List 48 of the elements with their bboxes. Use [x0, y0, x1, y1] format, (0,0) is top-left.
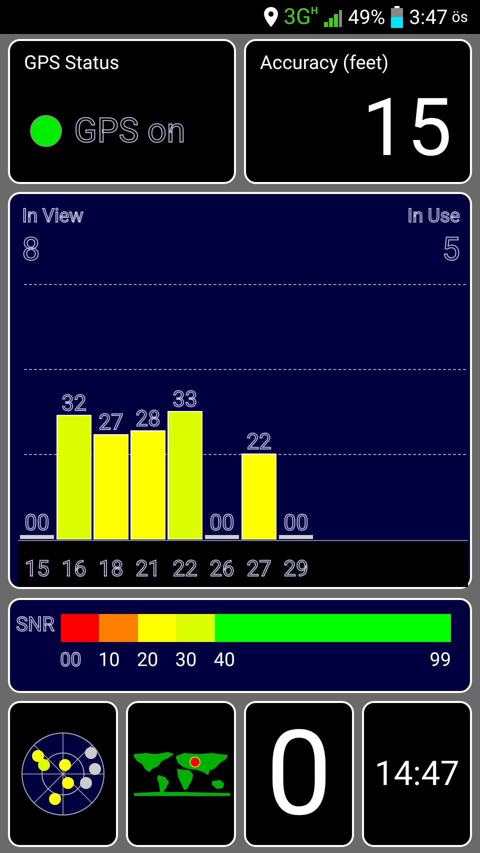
signal-bar: [205, 535, 239, 539]
card-title: Accuracy (feet): [260, 51, 389, 74]
satellite-id: 18: [98, 557, 124, 582]
satellite-id: 15: [24, 557, 50, 582]
clock-time: 3:47: [409, 5, 448, 29]
snr-value: 27: [98, 410, 124, 436]
in-use-count: 5: [442, 230, 460, 268]
world-map-tile[interactable]: [126, 701, 236, 847]
location-pin-icon: [264, 7, 278, 27]
snr-value: 28: [136, 406, 160, 432]
sky-view-tile[interactable]: [8, 701, 118, 847]
card-title: GPS Status: [24, 51, 120, 74]
am-pm-label: ös: [452, 8, 468, 26]
signal-icon: [324, 7, 342, 27]
in-view-label: In View: [22, 204, 84, 227]
gps-status-label: GPS on: [74, 111, 186, 151]
battery-percent: 49%: [348, 5, 386, 29]
satellite-id: 29: [284, 557, 308, 582]
snr-value: 00: [210, 511, 234, 536]
battery-icon: [391, 6, 404, 28]
in-view-count: 8: [22, 230, 40, 268]
network-subtype: H: [310, 6, 318, 17]
satellite-id: 21: [136, 557, 160, 582]
satellite-id: 16: [62, 557, 86, 582]
snr-value: 32: [62, 391, 86, 416]
speed-value: 0: [266, 715, 332, 833]
satellite-id: 22: [172, 557, 198, 582]
signal-bar: [20, 535, 54, 539]
in-use-label: In Use: [407, 204, 460, 227]
snr-value: 00: [284, 511, 308, 536]
clock-value: 14:47: [374, 754, 460, 794]
clock-tile[interactable]: 14:47: [362, 701, 472, 847]
scale-label: 00: [60, 648, 82, 671]
satellite-id: 26: [210, 557, 234, 582]
snr-value: 22: [246, 430, 272, 455]
snr-value: 33: [172, 388, 198, 412]
satellite-id: 27: [246, 557, 272, 582]
snr-value: 00: [24, 511, 50, 536]
scale-label: 40: [214, 648, 236, 671]
scale-label: 30: [175, 648, 197, 671]
scale-label: 99: [430, 648, 451, 671]
signal-bar: [279, 535, 313, 539]
snr-label: SNR: [16, 612, 54, 636]
scale-label: 10: [98, 648, 120, 671]
scale-label: 20: [136, 648, 158, 671]
accuracy-value: 15: [362, 88, 452, 168]
speed-tile[interactable]: 0: [244, 701, 354, 847]
network-type: 3G: [284, 4, 311, 30]
